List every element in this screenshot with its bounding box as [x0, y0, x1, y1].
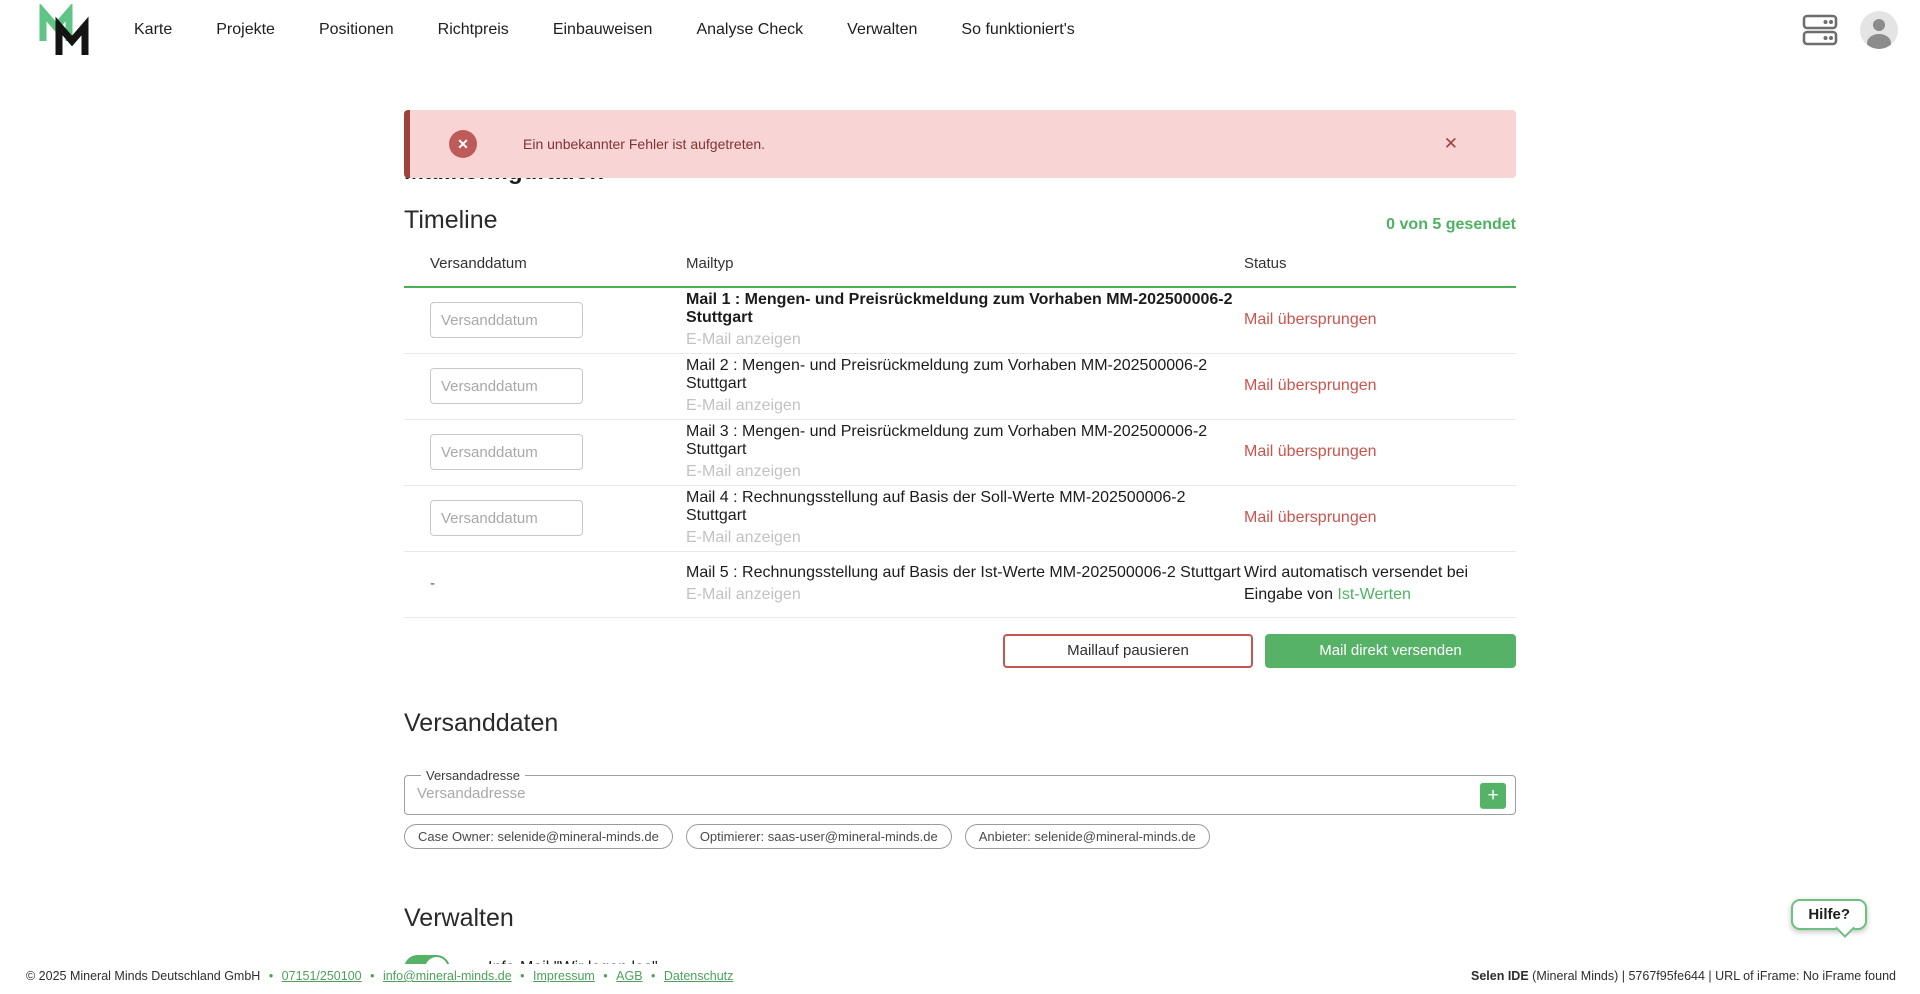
versandadresse-input[interactable]: [417, 783, 1437, 814]
nav-item-einbauweisen[interactable]: Einbauweisen: [553, 21, 653, 39]
ist-werten-link[interactable]: Ist-Werten: [1337, 586, 1411, 603]
status-skipped-label: Mail übersprungen: [1244, 311, 1377, 328]
versanddatum-cell: -: [404, 551, 686, 617]
column-header-versanddatum: Versanddatum: [404, 245, 686, 287]
footer-ide-name: Selen IDE: [1471, 969, 1529, 983]
chip-anbieter[interactable]: Anbieter: selenide@mineral-minds.de: [965, 824, 1210, 849]
error-banner: ✕ Ein unbekannter Fehler ist aufgetreten…: [404, 110, 1516, 178]
status-skipped-label: Mail übersprungen: [1244, 443, 1377, 460]
show-email-link[interactable]: E-Mail anzeigen: [686, 331, 1244, 349]
footer-ide-info: Selen IDE (Mineral Minds) | 5767f95fe644…: [1471, 969, 1896, 983]
footer-link-info-mineral-minds-de[interactable]: info@mineral-minds.de: [383, 969, 512, 983]
main-nav: Karte Projekte Positionen Richtpreis Einbauw…: [134, 21, 1075, 39]
nav-item-richtpreis[interactable]: Richtpreis: [438, 21, 509, 39]
versandadresse-field: Versandadresse +: [404, 768, 1516, 815]
mail-timeline-table: Versanddatum Mailtyp Status Mail 1 : Men…: [404, 245, 1516, 618]
footer-link-agb[interactable]: AGB: [616, 969, 642, 983]
send-mail-directly-button[interactable]: Mail direkt versenden: [1265, 634, 1516, 668]
help-button[interactable]: Hilfe?: [1791, 899, 1867, 930]
mailtyp-cell: Mail 2 : Mengen- und Preisrückmeldung zu…: [686, 353, 1244, 419]
mail-title: Mail 3 : Mengen- und Preisrückmeldung zu…: [686, 423, 1244, 459]
nav-item-karte[interactable]: Karte: [134, 21, 172, 39]
sent-progress-label: 0 von 5 gesendet: [1386, 216, 1516, 235]
footer-link-datenschutz[interactable]: Datenschutz: [664, 969, 733, 983]
versanddatum-empty: -: [430, 575, 435, 592]
versanddaten-heading: Versanddaten: [404, 708, 1516, 738]
timeline-heading: Timeline: [404, 205, 498, 235]
footer-separator: •: [269, 969, 277, 983]
timeline-row-1: Mail 1 : Mengen- und Preisrückmeldung zu…: [404, 287, 1516, 353]
mailtyp-cell: Mail 3 : Mengen- und Preisrückmeldung zu…: [686, 419, 1244, 485]
chip-optimierer[interactable]: Optimierer: saas-user@mineral-minds.de: [686, 824, 952, 849]
timeline-row-3: Mail 3 : Mengen- und Preisrückmeldung zu…: [404, 419, 1516, 485]
mailtyp-cell: Mail 5 : Rechnungsstellung auf Basis der…: [686, 551, 1244, 617]
address-suggestion-chips: Case Owner: selenide@mineral-minds.de Opt…: [404, 824, 1516, 849]
footer-link-impressum[interactable]: Impressum: [533, 969, 595, 983]
footer-legal: © 2025 Mineral Minds Deutschland GmbH • …: [26, 969, 733, 983]
column-header-status: Status: [1244, 245, 1516, 287]
versanddatum-cell: [404, 485, 686, 551]
pause-maillauf-button[interactable]: Maillauf pausieren: [1003, 634, 1253, 668]
error-x-circle-icon: ✕: [449, 130, 477, 158]
footer-ide-details: (Mineral Minds) | 5767f95fe644 | URL of …: [1529, 969, 1896, 983]
versanddatum-input-3[interactable]: [430, 434, 583, 470]
chip-case-owner[interactable]: Case Owner: selenide@mineral-minds.de: [404, 824, 673, 849]
nav-item-so-funktioniert-s[interactable]: So funktioniert's: [961, 21, 1074, 39]
footer-link-07151-250100[interactable]: 07151/250100: [282, 969, 362, 983]
add-address-button[interactable]: +: [1480, 783, 1506, 809]
status-skipped-label: Mail übersprungen: [1244, 509, 1377, 526]
versanddatum-input-1[interactable]: [430, 302, 583, 338]
mail-title: Mail 4 : Rechnungsstellung auf Basis der…: [686, 489, 1244, 525]
nav-item-projekte[interactable]: Projekte: [216, 21, 275, 39]
nav-item-positionen[interactable]: Positionen: [319, 21, 394, 39]
show-email-link[interactable]: E-Mail anzeigen: [686, 529, 1244, 547]
timeline-row-4: Mail 4 : Rechnungsstellung auf Basis der…: [404, 485, 1516, 551]
mineral-minds-logo[interactable]: [34, 4, 92, 56]
top-navigation-bar: Karte Projekte Positionen Richtpreis Einbauw…: [0, 0, 1920, 60]
person-icon: [1860, 11, 1898, 49]
timeline-row-2: Mail 2 : Mengen- und Preisrückmeldung zu…: [404, 353, 1516, 419]
versanddatum-cell: [404, 353, 686, 419]
versandadresse-field-label: Versandadresse: [421, 768, 525, 783]
status-auto-label: Wird automatisch versendet bei Eingabe v…: [1244, 562, 1516, 606]
show-email-link[interactable]: E-Mail anzeigen: [686, 586, 1244, 604]
footer-separator: •: [600, 969, 611, 983]
nav-item-analyse-check[interactable]: Analyse Check: [696, 21, 803, 39]
error-close-icon[interactable]: ✕: [1444, 134, 1458, 154]
timeline-row-5: - Mail 5 : Rechnungsstellung auf Basis de…: [404, 551, 1516, 617]
footer-separator: •: [648, 969, 659, 983]
status-skipped-label: Mail übersprungen: [1244, 377, 1377, 394]
error-message: Ein unbekannter Fehler ist aufgetreten.: [523, 136, 765, 152]
footer: © 2025 Mineral Minds Deutschland GmbH • …: [0, 964, 1920, 994]
status-cell: Mail übersprungen: [1244, 287, 1516, 353]
show-email-link[interactable]: E-Mail anzeigen: [686, 397, 1244, 415]
versanddatum-cell: [404, 419, 686, 485]
mail-title: Mail 2 : Mengen- und Preisrückmeldung zu…: [686, 357, 1244, 393]
mailtyp-cell: Mail 4 : Rechnungsstellung auf Basis der…: [686, 485, 1244, 551]
column-header-mailtyp: Mailtyp: [686, 245, 1244, 287]
show-email-link[interactable]: E-Mail anzeigen: [686, 463, 1244, 481]
footer-separator: •: [517, 969, 528, 983]
user-avatar[interactable]: [1860, 11, 1898, 49]
status-cell: Mail übersprungen: [1244, 419, 1516, 485]
verwalten-heading: Verwalten: [404, 903, 1516, 933]
versanddatum-cell: [404, 287, 686, 353]
server-icon[interactable]: [1802, 13, 1840, 47]
status-cell: Wird automatisch versendet bei Eingabe v…: [1244, 551, 1516, 617]
versanddatum-input-2[interactable]: [430, 368, 583, 404]
status-cell: Mail übersprungen: [1244, 353, 1516, 419]
footer-copyright: © 2025 Mineral Minds Deutschland GmbH: [26, 969, 260, 983]
status-cell: Mail übersprungen: [1244, 485, 1516, 551]
mail-title: Mail 1 : Mengen- und Preisrückmeldung zu…: [686, 291, 1244, 327]
nav-item-verwalten[interactable]: Verwalten: [847, 21, 917, 39]
versanddatum-input-4[interactable]: [430, 500, 583, 536]
mailtyp-cell: Mail 1 : Mengen- und Preisrückmeldung zu…: [686, 287, 1244, 353]
header-actions: [1802, 11, 1898, 49]
footer-separator: •: [367, 969, 378, 983]
mail-title: Mail 5 : Rechnungsstellung auf Basis der…: [686, 564, 1244, 582]
error-banner-accent: [404, 110, 410, 178]
